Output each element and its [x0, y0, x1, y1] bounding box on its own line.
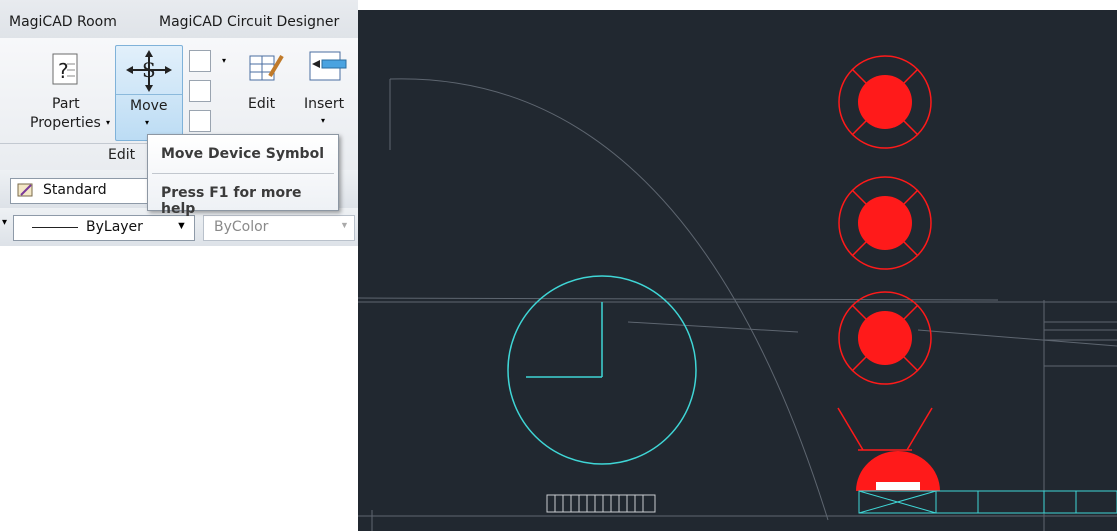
light-symbol[interactable] [838, 55, 932, 149]
tab-magicad-room[interactable]: MagiCAD Room [9, 14, 117, 30]
plot-style-value: ByColor [214, 219, 269, 235]
insert-icon [309, 51, 347, 81]
linetype-combo[interactable]: ByLayer ▼ [13, 215, 195, 241]
dropdown-arrow-icon[interactable]: ▾ [2, 217, 7, 228]
edit-button[interactable]: Edit [240, 48, 290, 138]
light-symbol[interactable] [838, 291, 932, 385]
svg-text:?: ? [58, 59, 69, 83]
light-symbol[interactable] [838, 176, 932, 270]
edit-label: Edit [248, 96, 276, 112]
tooltip: Move Device Symbol Press F1 for more hel… [147, 134, 339, 217]
align-icon[interactable] [189, 80, 211, 102]
group-separator [0, 143, 150, 144]
text-style-value: Standard [43, 182, 107, 198]
wall-line [627, 321, 799, 333]
wall-line [358, 297, 999, 301]
ribbon-tab-bar: MagiCAD Room MagiCAD Circuit Designer [0, 0, 358, 39]
part-properties-label-2: Properties [30, 115, 101, 131]
drawing-svg [358, 55, 1117, 531]
group-label-edit: Edit [108, 147, 136, 163]
text-style-icon [17, 183, 33, 197]
cyan-circle-symbol[interactable] [507, 275, 697, 465]
tooltip-title: Move Device Symbol [161, 146, 324, 162]
move-button[interactable]: S Move ▾ [115, 45, 183, 141]
tooltip-separator [152, 173, 334, 174]
part-properties-icon: ? [52, 53, 78, 85]
edit-icon [249, 54, 284, 81]
linetype-value: ByLayer [86, 219, 143, 235]
move-label: Move [130, 98, 168, 114]
insert-label: Insert [304, 96, 345, 112]
svg-text:S: S [142, 58, 156, 82]
align-z-icon[interactable] [189, 50, 211, 72]
plot-style-combo[interactable]: ByColor ▼ [203, 215, 355, 241]
linetype-sample [32, 227, 78, 228]
dropdown-arrow-icon: ▾ [321, 116, 326, 125]
dropdown-arrow-icon: ▼ [340, 220, 349, 230]
cable-tray[interactable] [858, 490, 1117, 514]
dropdown-arrow-icon[interactable]: ▾ [222, 56, 226, 65]
insert-button[interactable]: Insert ▾ [298, 48, 354, 138]
tooltip-help: Press F1 for more help [161, 185, 302, 217]
dome-device-symbol[interactable] [837, 407, 940, 491]
dropdown-arrow-icon: ▾ [145, 118, 150, 127]
wall-line [917, 329, 1117, 347]
move-icon: S [126, 50, 172, 92]
tab-magicad-circuit-designer[interactable]: MagiCAD Circuit Designer [159, 14, 339, 30]
drawing-canvas[interactable] [358, 10, 1117, 531]
text-style-combo[interactable]: Standard [10, 178, 152, 204]
part-properties-button[interactable]: ? Part Properties ▾ [30, 48, 110, 138]
part-properties-label-1: Part [52, 96, 80, 112]
dropdown-arrow-icon: ▾ [106, 118, 111, 127]
dropdown-arrow-icon: ▼ [176, 220, 187, 232]
distribute-icon[interactable] [189, 110, 211, 132]
grille-symbol[interactable] [546, 494, 656, 513]
